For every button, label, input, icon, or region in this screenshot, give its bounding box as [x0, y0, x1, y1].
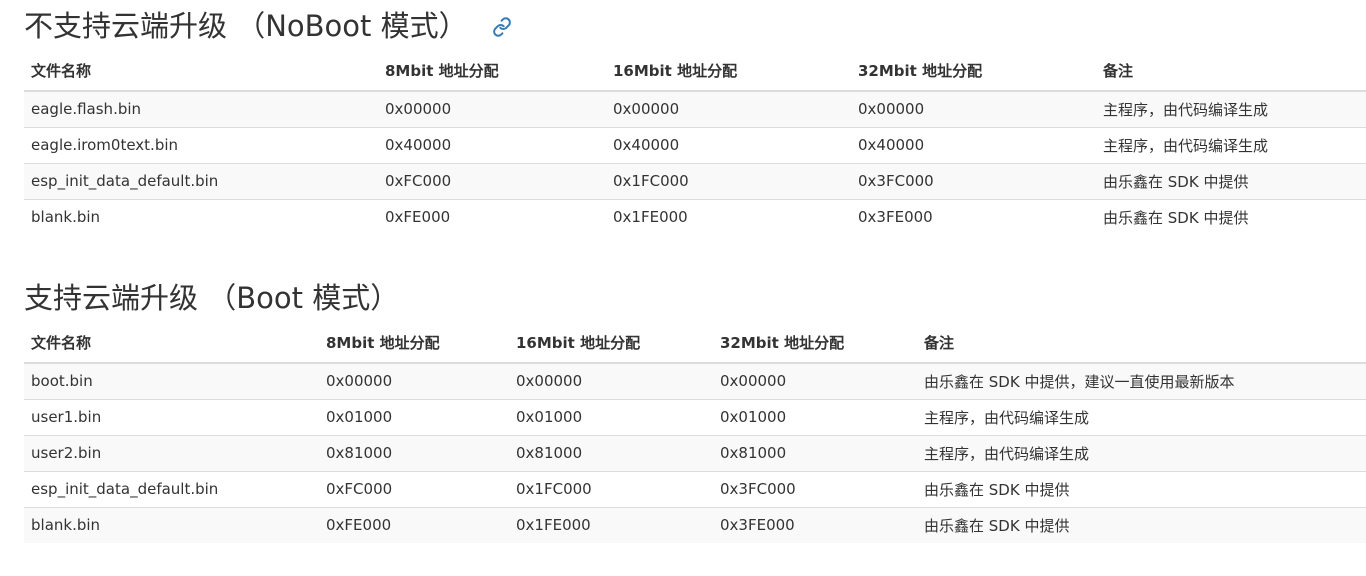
- cell-16mbit: 0x1FC000: [606, 162, 851, 199]
- header-8mbit: 8Mbit 地址分配: [319, 322, 509, 364]
- link-icon[interactable]: [492, 16, 514, 38]
- address-table-boot: 文件名称 8Mbit 地址分配 16Mbit 地址分配 32Mbit 地址分配 …: [24, 322, 1366, 543]
- cell-8mbit: 0xFE000: [319, 506, 509, 543]
- cell-16mbit: 0x40000: [606, 126, 851, 163]
- cell-filename: user2.bin: [24, 434, 319, 471]
- section-boot: 支持云端升级 （Boot 模式） 文件名称 8Mbit 地址分配 16Mbit …: [24, 271, 1366, 543]
- cell-8mbit: 0xFC000: [378, 162, 606, 199]
- table-row: eagle.flash.bin 0x00000 0x00000 0x00000 …: [24, 90, 1366, 127]
- table-row: blank.bin 0xFE000 0x1FE000 0x3FE000 由乐鑫在…: [24, 198, 1366, 235]
- cell-filename: blank.bin: [24, 198, 378, 235]
- header-8mbit: 8Mbit 地址分配: [378, 50, 606, 92]
- cell-notes: 主程序，由代码编译生成: [1096, 126, 1366, 163]
- section-title-text: 支持云端升级 （Boot 模式）: [24, 281, 400, 315]
- header-notes: 备注: [1096, 50, 1366, 92]
- header-filename: 文件名称: [24, 322, 319, 364]
- cell-filename: blank.bin: [24, 506, 319, 543]
- cell-16mbit: 0x1FE000: [606, 198, 851, 235]
- table-row: esp_init_data_default.bin 0xFC000 0x1FC0…: [24, 470, 1366, 507]
- cell-8mbit: 0x81000: [319, 434, 509, 471]
- header-16mbit: 16Mbit 地址分配: [509, 322, 713, 364]
- cell-notes: 由乐鑫在 SDK 中提供: [917, 506, 1366, 543]
- table-header-row: 文件名称 8Mbit 地址分配 16Mbit 地址分配 32Mbit 地址分配 …: [24, 322, 1366, 364]
- cell-32mbit: 0x3FC000: [851, 162, 1096, 199]
- header-16mbit: 16Mbit 地址分配: [606, 50, 851, 92]
- section-title-noboot: 不支持云端升级 （NoBoot 模式）: [24, 0, 1366, 50]
- cell-8mbit: 0x01000: [319, 398, 509, 435]
- table-row: esp_init_data_default.bin 0xFC000 0x1FC0…: [24, 162, 1366, 199]
- cell-32mbit: 0x00000: [851, 90, 1096, 127]
- table-row: blank.bin 0xFE000 0x1FE000 0x3FE000 由乐鑫在…: [24, 506, 1366, 543]
- cell-notes: 主程序，由代码编译生成: [1096, 90, 1366, 127]
- cell-16mbit: 0x00000: [606, 90, 851, 127]
- cell-8mbit: 0xFE000: [378, 198, 606, 235]
- cell-filename: user1.bin: [24, 398, 319, 435]
- cell-notes: 由乐鑫在 SDK 中提供: [1096, 198, 1366, 235]
- cell-filename: boot.bin: [24, 362, 319, 399]
- cell-8mbit: 0x40000: [378, 126, 606, 163]
- cell-16mbit: 0x00000: [509, 362, 713, 399]
- cell-16mbit: 0x81000: [509, 434, 713, 471]
- cell-32mbit: 0x40000: [851, 126, 1096, 163]
- cell-16mbit: 0x1FE000: [509, 506, 713, 543]
- table-row: eagle.irom0text.bin 0x40000 0x40000 0x40…: [24, 126, 1366, 163]
- table-row: boot.bin 0x00000 0x00000 0x00000 由乐鑫在 SD…: [24, 362, 1366, 399]
- cell-notes: 主程序，由代码编译生成: [917, 398, 1366, 435]
- cell-32mbit: 0x00000: [713, 362, 917, 399]
- cell-32mbit: 0x3FE000: [713, 506, 917, 543]
- cell-filename: eagle.irom0text.bin: [24, 126, 378, 163]
- cell-filename: esp_init_data_default.bin: [24, 162, 378, 199]
- cell-16mbit: 0x1FC000: [509, 470, 713, 507]
- table-header-row: 文件名称 8Mbit 地址分配 16Mbit 地址分配 32Mbit 地址分配 …: [24, 50, 1366, 92]
- header-32mbit: 32Mbit 地址分配: [713, 322, 917, 364]
- table-row: user1.bin 0x01000 0x01000 0x01000 主程序，由代…: [24, 398, 1366, 435]
- cell-32mbit: 0x01000: [713, 398, 917, 435]
- section-noboot: 不支持云端升级 （NoBoot 模式） 文件名称 8Mbit 地址分配 16Mb…: [24, 0, 1366, 235]
- cell-8mbit: 0x00000: [378, 90, 606, 127]
- address-table-noboot: 文件名称 8Mbit 地址分配 16Mbit 地址分配 32Mbit 地址分配 …: [24, 50, 1366, 235]
- section-title-boot: 支持云端升级 （Boot 模式）: [24, 271, 1366, 322]
- cell-8mbit: 0x00000: [319, 362, 509, 399]
- page: 不支持云端升级 （NoBoot 模式） 文件名称 8Mbit 地址分配 16Mb…: [0, 0, 1366, 576]
- cell-32mbit: 0x81000: [713, 434, 917, 471]
- header-notes: 备注: [917, 322, 1366, 364]
- cell-notes: 由乐鑫在 SDK 中提供，建议一直使用最新版本: [917, 362, 1366, 399]
- cell-notes: 由乐鑫在 SDK 中提供: [1096, 162, 1366, 199]
- cell-notes: 由乐鑫在 SDK 中提供: [917, 470, 1366, 507]
- header-filename: 文件名称: [24, 50, 378, 92]
- cell-8mbit: 0xFC000: [319, 470, 509, 507]
- cell-filename: esp_init_data_default.bin: [24, 470, 319, 507]
- cell-notes: 主程序，由代码编译生成: [917, 434, 1366, 471]
- cell-16mbit: 0x01000: [509, 398, 713, 435]
- table-row: user2.bin 0x81000 0x81000 0x81000 主程序，由代…: [24, 434, 1366, 471]
- cell-filename: eagle.flash.bin: [24, 90, 378, 127]
- section-title-text: 不支持云端升级 （NoBoot 模式）: [24, 9, 468, 43]
- cell-32mbit: 0x3FC000: [713, 470, 917, 507]
- cell-32mbit: 0x3FE000: [851, 198, 1096, 235]
- header-32mbit: 32Mbit 地址分配: [851, 50, 1096, 92]
